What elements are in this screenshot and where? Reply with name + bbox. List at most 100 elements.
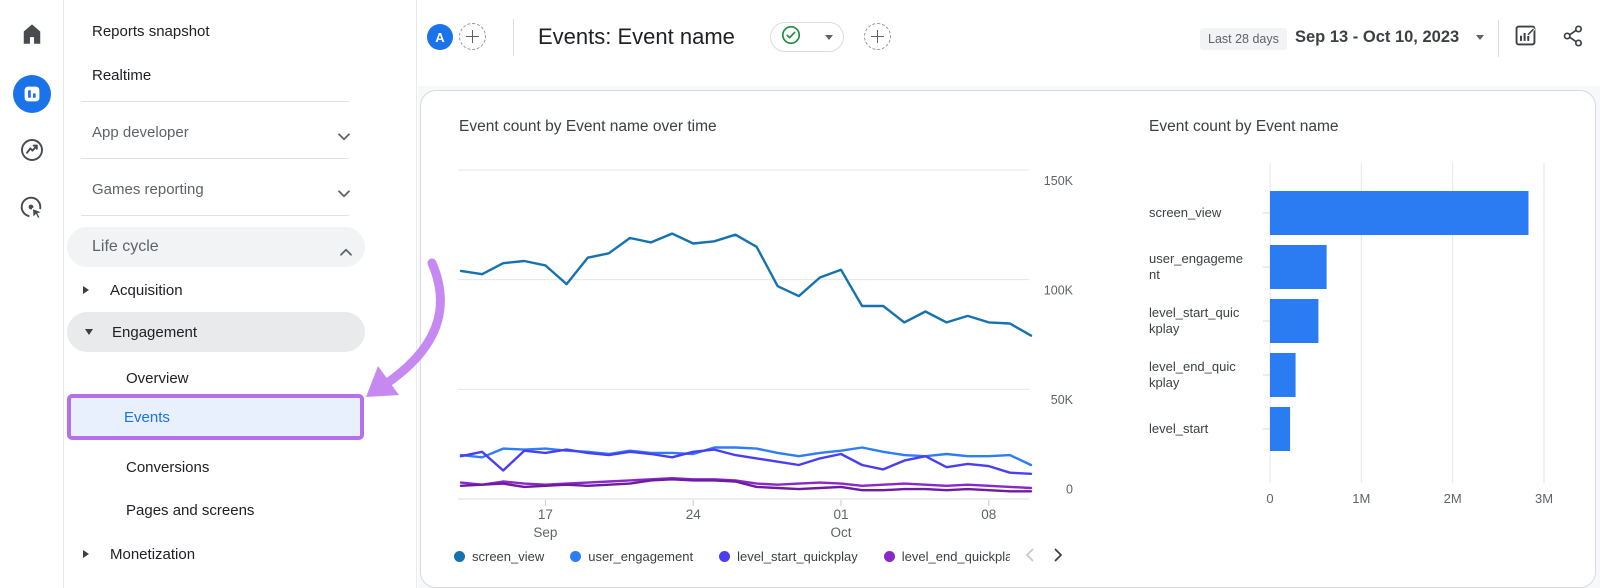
legend-prev-button[interactable] xyxy=(1016,542,1042,568)
sidebar-item-overview[interactable]: Overview xyxy=(65,361,365,395)
legend-label: level_start_quickplay xyxy=(737,549,858,564)
legend-dot-icon xyxy=(719,551,730,562)
svg-text:2M: 2M xyxy=(1444,491,1462,506)
sidebar-item-label: Events xyxy=(124,409,170,426)
sidebar-divider xyxy=(81,215,349,216)
sidebar-item-label: Overview xyxy=(126,370,189,387)
add-comparison-button[interactable] xyxy=(459,23,486,50)
sidebar-item-pages-and-screens[interactable]: Pages and screens xyxy=(65,493,365,527)
sidebar-group-app-developer[interactable]: App developer xyxy=(65,115,365,149)
edit-chart-icon xyxy=(1513,23,1538,53)
plus-icon xyxy=(871,30,884,43)
bar-category-label: level_end_quic kplay xyxy=(1149,358,1255,392)
legend-label: user_engagement xyxy=(588,549,693,564)
expanded-triangle-icon xyxy=(85,329,93,335)
check-circle-icon xyxy=(781,25,801,50)
sidebar-group-label: Games reporting xyxy=(92,181,204,198)
bar-category-label: screen_view xyxy=(1149,196,1255,230)
svg-text:Sep: Sep xyxy=(533,525,557,540)
legend-item-level_start_quickplay[interactable]: level_start_quickplay xyxy=(719,549,858,564)
bar-category-label: user_engageme nt xyxy=(1149,250,1255,284)
header-divider xyxy=(1498,20,1499,57)
legend-dot-icon xyxy=(454,551,465,562)
legend-item-level_end_quickplay[interactable]: level_end_quickplay xyxy=(884,549,1010,564)
report-content: Event count by Event name over time 150K… xyxy=(418,86,1600,588)
bar-category-label: level_start xyxy=(1149,412,1255,446)
share-report-button[interactable] xyxy=(1554,19,1592,57)
svg-text:Oct: Oct xyxy=(830,525,851,540)
customize-report-button[interactable] xyxy=(1506,19,1544,57)
collapsed-triangle-icon xyxy=(83,286,89,294)
sidebar-item-conversions[interactable]: Conversions xyxy=(65,450,365,484)
sidebar-item-events[interactable]: Events xyxy=(67,394,364,440)
reports-button[interactable] xyxy=(12,74,52,114)
sidebar-item-acquisition[interactable]: Acquisition xyxy=(65,273,365,307)
charts-card: Event count by Event name over time 150K… xyxy=(420,90,1596,588)
share-icon xyxy=(1561,24,1585,53)
svg-text:24: 24 xyxy=(686,507,702,522)
sidebar-item-engagement[interactable]: Engagement xyxy=(67,312,365,352)
comparison-avatar[interactable]: A xyxy=(427,24,453,50)
bar-chart: 01M2M3M xyxy=(1259,157,1569,509)
chevron-down-icon xyxy=(338,128,350,136)
advertising-icon xyxy=(19,195,45,226)
explore-icon xyxy=(19,137,45,168)
add-metric-button[interactable] xyxy=(864,23,891,50)
sidebar-item-label: Conversions xyxy=(126,459,209,476)
sidebar-group-label: App developer xyxy=(92,124,189,141)
svg-text:17: 17 xyxy=(538,507,553,522)
sidebar-divider xyxy=(81,158,349,159)
svg-text:08: 08 xyxy=(981,507,996,522)
legend-dot-icon xyxy=(570,551,581,562)
line-chart: 150K 100K 50K 0 17 Sep 24 01 Oct 08 xyxy=(451,161,1101,556)
caret-down-icon[interactable] xyxy=(1476,35,1484,40)
svg-text:3M: 3M xyxy=(1535,491,1553,506)
header-divider xyxy=(513,19,514,56)
sidebar-item-label: Acquisition xyxy=(110,282,183,299)
sidebar-item-reports-snapshot[interactable]: Reports snapshot xyxy=(65,14,365,48)
chevron-down-icon xyxy=(338,185,350,193)
advertising-button[interactable] xyxy=(12,190,52,230)
date-range-selector[interactable]: Sep 13 - Oct 10, 2023 xyxy=(1295,28,1459,47)
svg-text:0: 0 xyxy=(1266,491,1273,506)
report-header: A Events: Event name Last 28 days Sep 13… xyxy=(418,0,1600,86)
sidebar-group-label: Life cycle xyxy=(92,238,159,256)
svg-text:50K: 50K xyxy=(1051,393,1074,407)
svg-text:01: 01 xyxy=(833,507,848,522)
ga4-app: Reports snapshot Realtime App developer … xyxy=(0,0,1600,588)
chevron-up-icon xyxy=(340,243,352,251)
legend-next-button[interactable] xyxy=(1045,542,1071,568)
sidebar-group-games-reporting[interactable]: Games reporting xyxy=(65,172,365,206)
svg-text:0: 0 xyxy=(1066,483,1073,497)
sidebar-item-label: Pages and screens xyxy=(126,502,254,519)
sidebar-item-label: Reports snapshot xyxy=(92,23,210,40)
legend-item-screen_view[interactable]: screen_view xyxy=(454,549,544,564)
svg-text:100K: 100K xyxy=(1044,283,1074,297)
svg-text:150K: 150K xyxy=(1044,174,1074,188)
reports-icon xyxy=(13,75,51,113)
home-icon xyxy=(19,21,45,52)
sidebar-item-monetization[interactable]: Monetization xyxy=(65,537,365,571)
sidebar-item-label: Realtime xyxy=(92,67,151,84)
legend-item-user_engagement[interactable]: user_engagement xyxy=(570,549,693,564)
plus-icon xyxy=(466,30,479,43)
legend-label: level_end_quickplay xyxy=(902,549,1010,564)
app-rail xyxy=(0,0,64,588)
main-panel: A Events: Event name Last 28 days Sep 13… xyxy=(418,0,1600,588)
legend-label: screen_view xyxy=(472,549,544,564)
page-title: Events: Event name xyxy=(538,24,735,50)
home-button[interactable] xyxy=(12,16,52,56)
line-chart-legend: screen_view user_engagement level_start_qu… xyxy=(454,543,1010,569)
explore-button[interactable] xyxy=(12,132,52,172)
dimension-status-dropdown[interactable] xyxy=(770,22,844,52)
sidebar-item-label: Monetization xyxy=(110,546,195,563)
bar-chart-category-labels: screen_viewuser_engageme ntlevel_start_q… xyxy=(1149,157,1255,497)
line-chart-title: Event count by Event name over time xyxy=(459,118,717,136)
caret-down-icon xyxy=(825,35,833,40)
sidebar-divider xyxy=(81,101,349,102)
sidebar-item-label: Engagement xyxy=(112,324,197,341)
date-preset-label[interactable]: Last 28 days xyxy=(1200,28,1287,50)
sidebar-item-realtime[interactable]: Realtime xyxy=(65,58,365,92)
sidebar-group-life-cycle[interactable]: Life cycle xyxy=(67,227,365,267)
report-nav-sidebar: Reports snapshot Realtime App developer … xyxy=(65,0,417,588)
